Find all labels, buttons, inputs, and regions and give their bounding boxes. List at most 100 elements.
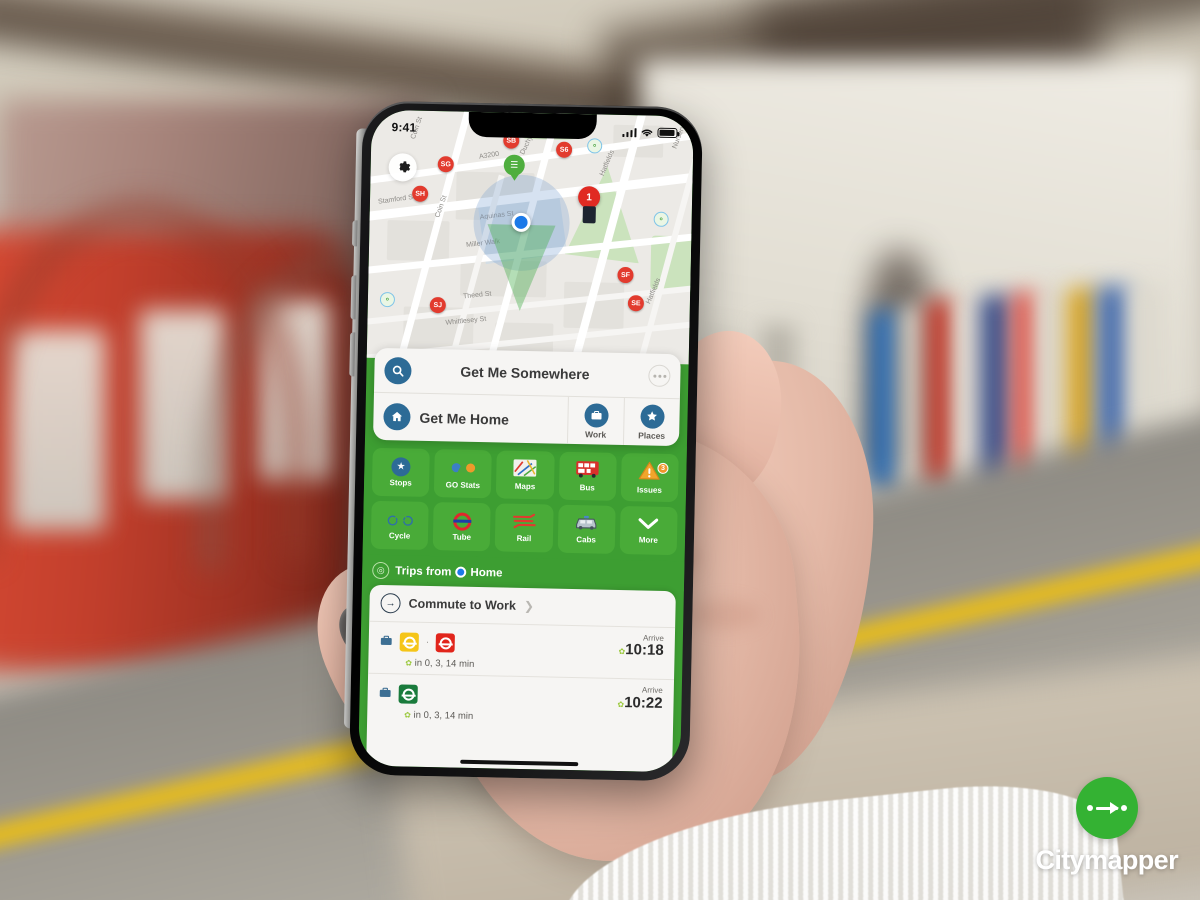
volume-down-button[interactable] — [349, 332, 356, 377]
shortcut-places-label: Places — [638, 429, 666, 441]
trips-header-place: Home — [470, 566, 503, 580]
arrive-time: 10:18 — [625, 641, 664, 660]
tile-label: Bus — [579, 483, 595, 493]
tile-tube[interactable]: Tube — [432, 502, 492, 552]
tile-more[interactable]: More — [619, 505, 678, 556]
tile-go-stats[interactable]: GO Stats — [433, 449, 493, 499]
citymapper-branding: Citymapper — [1035, 777, 1179, 876]
star-stop-icon: ★ — [391, 457, 411, 477]
shortcut-work[interactable]: Work — [566, 396, 624, 446]
trip-departures: ✿ in 0, 3, 14 min — [379, 657, 663, 674]
cycle-hire-icon[interactable]: ⚬ — [379, 291, 396, 308]
home-location-dot — [455, 566, 467, 578]
maps-icon — [513, 459, 538, 480]
get-me-somewhere-label: Get Me Somewhere — [460, 363, 590, 383]
cellular-bars-icon — [621, 127, 637, 137]
trip-row[interactable]: · Arrive ✿10:18 ✿ in 0, 3, 14 min — [368, 621, 676, 681]
tile-cycle[interactable]: Cycle — [370, 500, 429, 550]
line-badge-circle — [399, 632, 419, 652]
issues-badge: 3 — [657, 462, 669, 474]
smartphone: 9:41 Coin St Stamford St Coin St A3200 D… — [343, 100, 704, 782]
shortcut-work-label: Work — [584, 428, 607, 440]
tile-rail[interactable]: Rail — [495, 503, 554, 553]
arrow-right-circle-icon: → — [380, 592, 401, 614]
tube-pin-icon[interactable]: ☰ — [503, 154, 525, 181]
arrive-time: 10:22 — [623, 693, 663, 712]
trip-arrival: Arrive ✿10:18 — [618, 633, 664, 660]
citymapper-wordmark: Citymapper — [1035, 845, 1178, 875]
phone-screen: 9:41 Coin St Stamford St Coin St A3200 D… — [358, 109, 694, 773]
briefcase-icon — [379, 686, 392, 702]
tube-roundel-icon — [452, 511, 472, 531]
mute-switch[interactable] — [352, 220, 358, 247]
bicycle-icon — [387, 510, 413, 530]
bus-stop-pin[interactable]: SH — [411, 185, 429, 202]
shortcut-row: Get Me Home Work Places — [372, 391, 680, 447]
tile-label: Cycle — [388, 531, 411, 541]
phone-notch — [468, 111, 597, 140]
shortcut-places[interactable]: Places — [622, 398, 680, 447]
get-me-home-label: Get Me Home — [419, 409, 510, 428]
station-pin-count: 1 — [577, 186, 601, 209]
national-rail-icon — [512, 513, 536, 532]
star-icon — [639, 403, 665, 429]
chevron-right-icon[interactable]: ❯ — [524, 599, 534, 613]
knuckle — [690, 600, 760, 630]
map-street-label: Stamford St — [377, 193, 416, 206]
tile-label: Stops — [389, 478, 412, 488]
trip-card-header[interactable]: → Commute to Work ❯ — [369, 584, 676, 629]
volume-up-button[interactable] — [350, 275, 357, 320]
trip-departures: ✿ in 0, 3, 14 min — [378, 709, 662, 726]
status-bar-time: 9:41 — [391, 120, 417, 135]
trips-header-text: Trips from Home — [395, 565, 502, 579]
station-pin-body — [582, 206, 596, 224]
bus-stop-pin[interactable]: SE — [627, 295, 645, 312]
phone-body: 9:41 Coin St Stamford St Coin St A3200 D… — [348, 100, 704, 782]
battery-icon — [657, 127, 678, 139]
trip-card: → Commute to Work ❯ · Arrive ✿10:18 ✿ in… — [366, 584, 676, 773]
wifi-icon — [641, 129, 653, 137]
trip-departures-text: in 0, 3, 14 min — [414, 657, 475, 671]
bus-icon — [575, 460, 599, 481]
trip-row-top: Arrive ✿10:22 — [378, 681, 663, 712]
home-icon — [383, 403, 411, 431]
get-me-home-button[interactable]: Get Me Home — [373, 393, 568, 444]
tile-label: Issues — [636, 484, 662, 495]
trip-row[interactable]: Arrive ✿10:22 ✿ in 0, 3, 14 min — [367, 674, 674, 732]
tile-label: Cabs — [576, 535, 597, 545]
station-pin[interactable]: 1 — [577, 186, 601, 224]
leaf-icon: ✿ — [405, 658, 413, 668]
briefcase-icon — [380, 634, 393, 650]
compass-icon: ◎ — [372, 561, 390, 580]
trip-card-title: Commute to Work — [408, 596, 517, 613]
trip-departures-text: in 0, 3, 14 min — [413, 710, 474, 723]
trip-arrival: Arrive ✿10:22 — [617, 686, 663, 712]
tile-label: Tube — [452, 531, 472, 542]
tile-label: Maps — [514, 481, 536, 492]
tile-maps[interactable]: Maps — [496, 450, 555, 500]
tile-stops[interactable]: ★ Stops — [371, 447, 430, 497]
tile-label: More — [638, 535, 658, 545]
tile-bus[interactable]: Bus — [558, 451, 617, 501]
map-view[interactable]: Coin St Stamford St Coin St A3200 Duchy … — [366, 109, 694, 365]
cycle-hire-icon[interactable]: ⚬ — [653, 211, 669, 227]
line-badge-central — [435, 633, 456, 653]
tile-cabs[interactable]: Cabs — [557, 504, 616, 554]
ellipsis-icon[interactable] — [648, 364, 671, 388]
tile-label: GO Stats — [445, 479, 481, 490]
bus-stop-pin[interactable]: SF — [617, 266, 634, 284]
tile-label: Rail — [516, 533, 532, 544]
heading-cone — [485, 224, 556, 312]
line-separator: · — [425, 637, 430, 649]
go-stats-icon — [450, 458, 476, 479]
get-me-somewhere-row[interactable]: Get Me Somewhere — [374, 348, 681, 398]
briefcase-icon — [583, 402, 609, 428]
taxi-icon — [574, 514, 598, 533]
trip-row-top: · Arrive ✿10:18 — [380, 629, 664, 660]
leaf-icon: ✿ — [404, 710, 412, 721]
trips-header-prefix: Trips from — [395, 564, 452, 578]
citymapper-arrow-logo — [1075, 777, 1138, 839]
quick-actions-grid: ★ Stops GO Stats Maps Bus 3 Issues Cycle… — [362, 439, 687, 562]
search-card: Get Me Somewhere Get Me Home Work Places — [372, 347, 681, 447]
tile-issues[interactable]: 3 Issues — [620, 453, 679, 503]
